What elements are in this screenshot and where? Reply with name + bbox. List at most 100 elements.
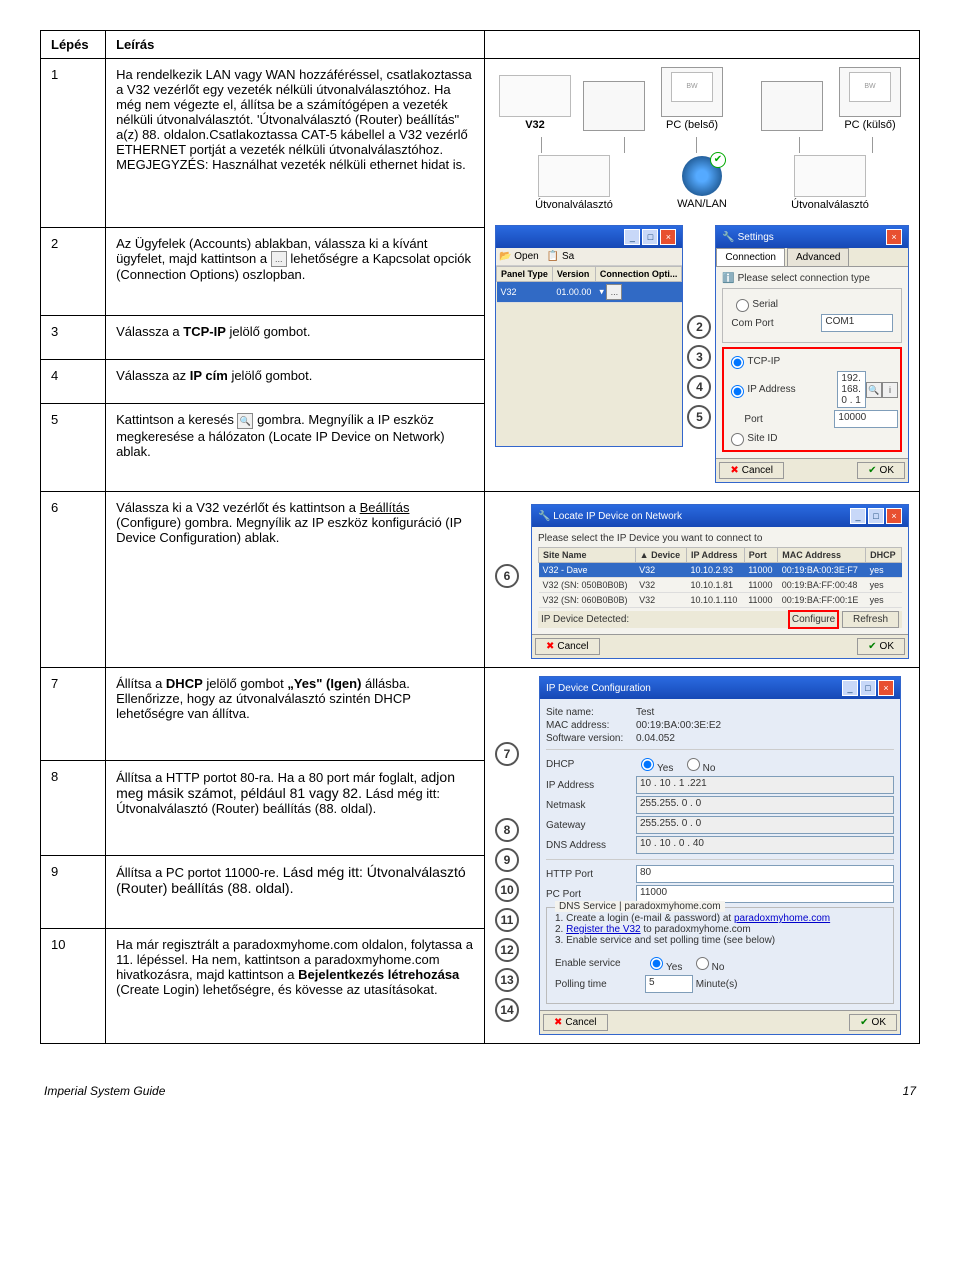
step-1-desc: Ha rendelkezik LAN vagy WAN hozzáférésse… (106, 59, 485, 228)
step-4-desc: Válassza az IP cím jelölő gombot. (106, 359, 485, 403)
close-icon[interactable]: × (660, 229, 676, 245)
instruction-table: Lépés Leírás 1 Ha rendelkezik LAN vagy W… (40, 30, 920, 1044)
http-port-input[interactable]: 80 (636, 865, 894, 883)
radio-siteid[interactable] (731, 433, 744, 446)
step-2-desc: Az Ügyfelek (Accounts) ablakban, válassz… (106, 227, 485, 315)
poll-input[interactable]: 5 (645, 975, 693, 993)
settings-window: 🔧 Settings × Connection Advanced ℹ️ Plea… (715, 225, 909, 483)
ok-button[interactable]: ✔OK (857, 462, 905, 479)
step-8-num: 8 (41, 760, 106, 855)
step-1-num: 1 (41, 59, 106, 228)
tab-advanced[interactable]: Advanced (787, 248, 849, 266)
callout-13: 13 (495, 968, 519, 992)
cancel-button[interactable]: ✖Cancel (535, 638, 600, 655)
network-diagram: V32 BWPC (belső) BWPC (külső) Útvonalvál… (495, 67, 909, 211)
callout-5: 5 (687, 405, 711, 429)
callout-6: 6 (495, 564, 519, 588)
gateway-input[interactable]: 255.255. 0 . 0 (636, 816, 894, 834)
close-icon[interactable]: × (886, 229, 902, 245)
callout-10: 10 (495, 878, 519, 902)
radio-tcpip[interactable] (731, 356, 744, 369)
max-icon[interactable]: □ (860, 680, 876, 696)
table-row[interactable]: V32 (SN: 050B0B0B)V3210.10.1.811100000:1… (539, 578, 902, 593)
step-10-desc: Ha már regisztrált a paradoxmyhome.com o… (106, 929, 485, 1044)
locate-window: 🔧 Locate IP Device on Network _□× Please… (531, 504, 909, 659)
step-5-desc: Kattintson a keresés 🔍 gombra. Megnyílik… (106, 404, 485, 492)
info-small-icon[interactable]: i (882, 382, 898, 398)
min-icon[interactable]: _ (624, 229, 640, 245)
page-number: 17 (903, 1084, 916, 1098)
ip-config-window: IP Device Configuration _□× Site name:Te… (539, 676, 901, 1035)
header-desc: Leírás (106, 31, 485, 59)
magnify-icon: 🔍 (237, 413, 253, 429)
step-7-desc: Állítsa a DHCP jelölő gombot „Yes" (Igen… (106, 668, 485, 761)
page-footer: Imperial System Guide 17 (40, 1084, 920, 1098)
ok-button[interactable]: ✔OK (849, 1014, 897, 1031)
open-button[interactable]: 📂 Open (499, 251, 539, 262)
min-icon[interactable]: _ (842, 680, 858, 696)
configure-button[interactable]: Configure (788, 610, 839, 629)
locate-window-cell: 6 🔧 Locate IP Device on Network _□× Plea… (485, 492, 920, 668)
ip-input[interactable]: 192. 168. 0 . 1 (837, 371, 866, 408)
radio-serial[interactable] (736, 299, 749, 312)
step-9-num: 9 (41, 855, 106, 928)
step-6-num: 6 (41, 492, 106, 668)
locate-prompt: Please select the IP Device you want to … (538, 533, 902, 544)
close-icon[interactable]: × (878, 680, 894, 696)
detected-label: IP Device Detected: (541, 614, 629, 625)
comport-select[interactable]: COM1 (821, 314, 893, 332)
callout-4: 4 (687, 375, 711, 399)
table-row[interactable]: V32 (SN: 060B0B0B)V3210.10.1.1101100000:… (539, 593, 902, 608)
radio-ipaddr[interactable] (731, 385, 744, 398)
register-link[interactable]: Register the V32 (566, 924, 641, 935)
min-icon[interactable]: _ (850, 508, 866, 524)
dhcp-yes-radio[interactable] (641, 758, 654, 771)
footer-title: Imperial System Guide (44, 1084, 165, 1098)
step-3-num: 3 (41, 315, 106, 359)
dns-service-group: DNS Service | paradoxmyhome.com (555, 901, 725, 912)
cancel-button[interactable]: ✖Cancel (719, 462, 784, 479)
callout-8: 8 (495, 818, 519, 842)
netmask-input[interactable]: 255.255. 0 . 0 (636, 796, 894, 814)
callout-14: 14 (495, 998, 519, 1022)
step-10-num: 10 (41, 929, 106, 1044)
config-window-cell: 7 8 9 10 11 12 13 14 IP Device Configura… (485, 668, 920, 1044)
dns-input[interactable]: 10 . 10 . 0 . 40 (636, 836, 894, 854)
search-icon[interactable]: 🔍 (866, 382, 882, 398)
refresh-button[interactable]: Refresh (842, 611, 899, 628)
callout-2: 2 (687, 315, 711, 339)
ipaddr-input[interactable]: 10 . 10 . 1 .221 (636, 776, 894, 794)
callout-7: 7 (495, 742, 519, 766)
dns-step-2: 2. Register the V32 to paradoxmyhome.com (555, 924, 885, 935)
settings-icon[interactable]: ... (606, 284, 622, 300)
header-step: Lépés (41, 31, 106, 59)
step-3-desc: Válassza a TCP-IP jelölő gombot. (106, 315, 485, 359)
enable-no-radio[interactable] (696, 957, 709, 970)
dhcp-no-radio[interactable] (687, 758, 700, 771)
step-4-num: 4 (41, 359, 106, 403)
callout-3: 3 (687, 345, 711, 369)
diagram-and-settings-cell: V32 BWPC (belső) BWPC (külső) Útvonalvál… (485, 59, 920, 492)
callout-9: 9 (495, 848, 519, 872)
step-5-num: 5 (41, 404, 106, 492)
tab-connection[interactable]: Connection (716, 248, 785, 266)
step-8-desc: Állítsa a HTTP portot 80-ra. Ha a 80 por… (106, 760, 485, 855)
dns-step-3: 3. Enable service and set polling time (… (555, 935, 885, 946)
device-table[interactable]: Site Name▲ DeviceIP AddressPortMAC Addre… (538, 547, 902, 608)
max-icon[interactable]: □ (868, 508, 884, 524)
info-icon: ℹ️ Please select connection type (722, 273, 902, 284)
cancel-button[interactable]: ✖Cancel (543, 1014, 608, 1031)
port-input[interactable]: 10000 (834, 410, 898, 428)
paradox-link[interactable]: paradoxmyhome.com (734, 913, 830, 924)
step-9-desc: Állítsa a PC portot 11000-re. Lásd még i… (106, 855, 485, 928)
max-icon[interactable]: □ (642, 229, 658, 245)
panel-list[interactable]: Panel TypeVersionConnection Opti... V320… (496, 266, 682, 303)
callout-11: 11 (495, 908, 519, 932)
step-6-desc: Válassza ki a V32 vezérlőt és kattintson… (106, 492, 485, 668)
enable-yes-radio[interactable] (650, 957, 663, 970)
ellipsis-icon: ... (271, 251, 287, 267)
step-7-num: 7 (41, 668, 106, 761)
close-icon[interactable]: × (886, 508, 902, 524)
ok-button[interactable]: ✔OK (857, 638, 905, 655)
table-row[interactable]: V32 - DaveV3210.10.2.931100000:19:BA:00:… (539, 563, 902, 578)
